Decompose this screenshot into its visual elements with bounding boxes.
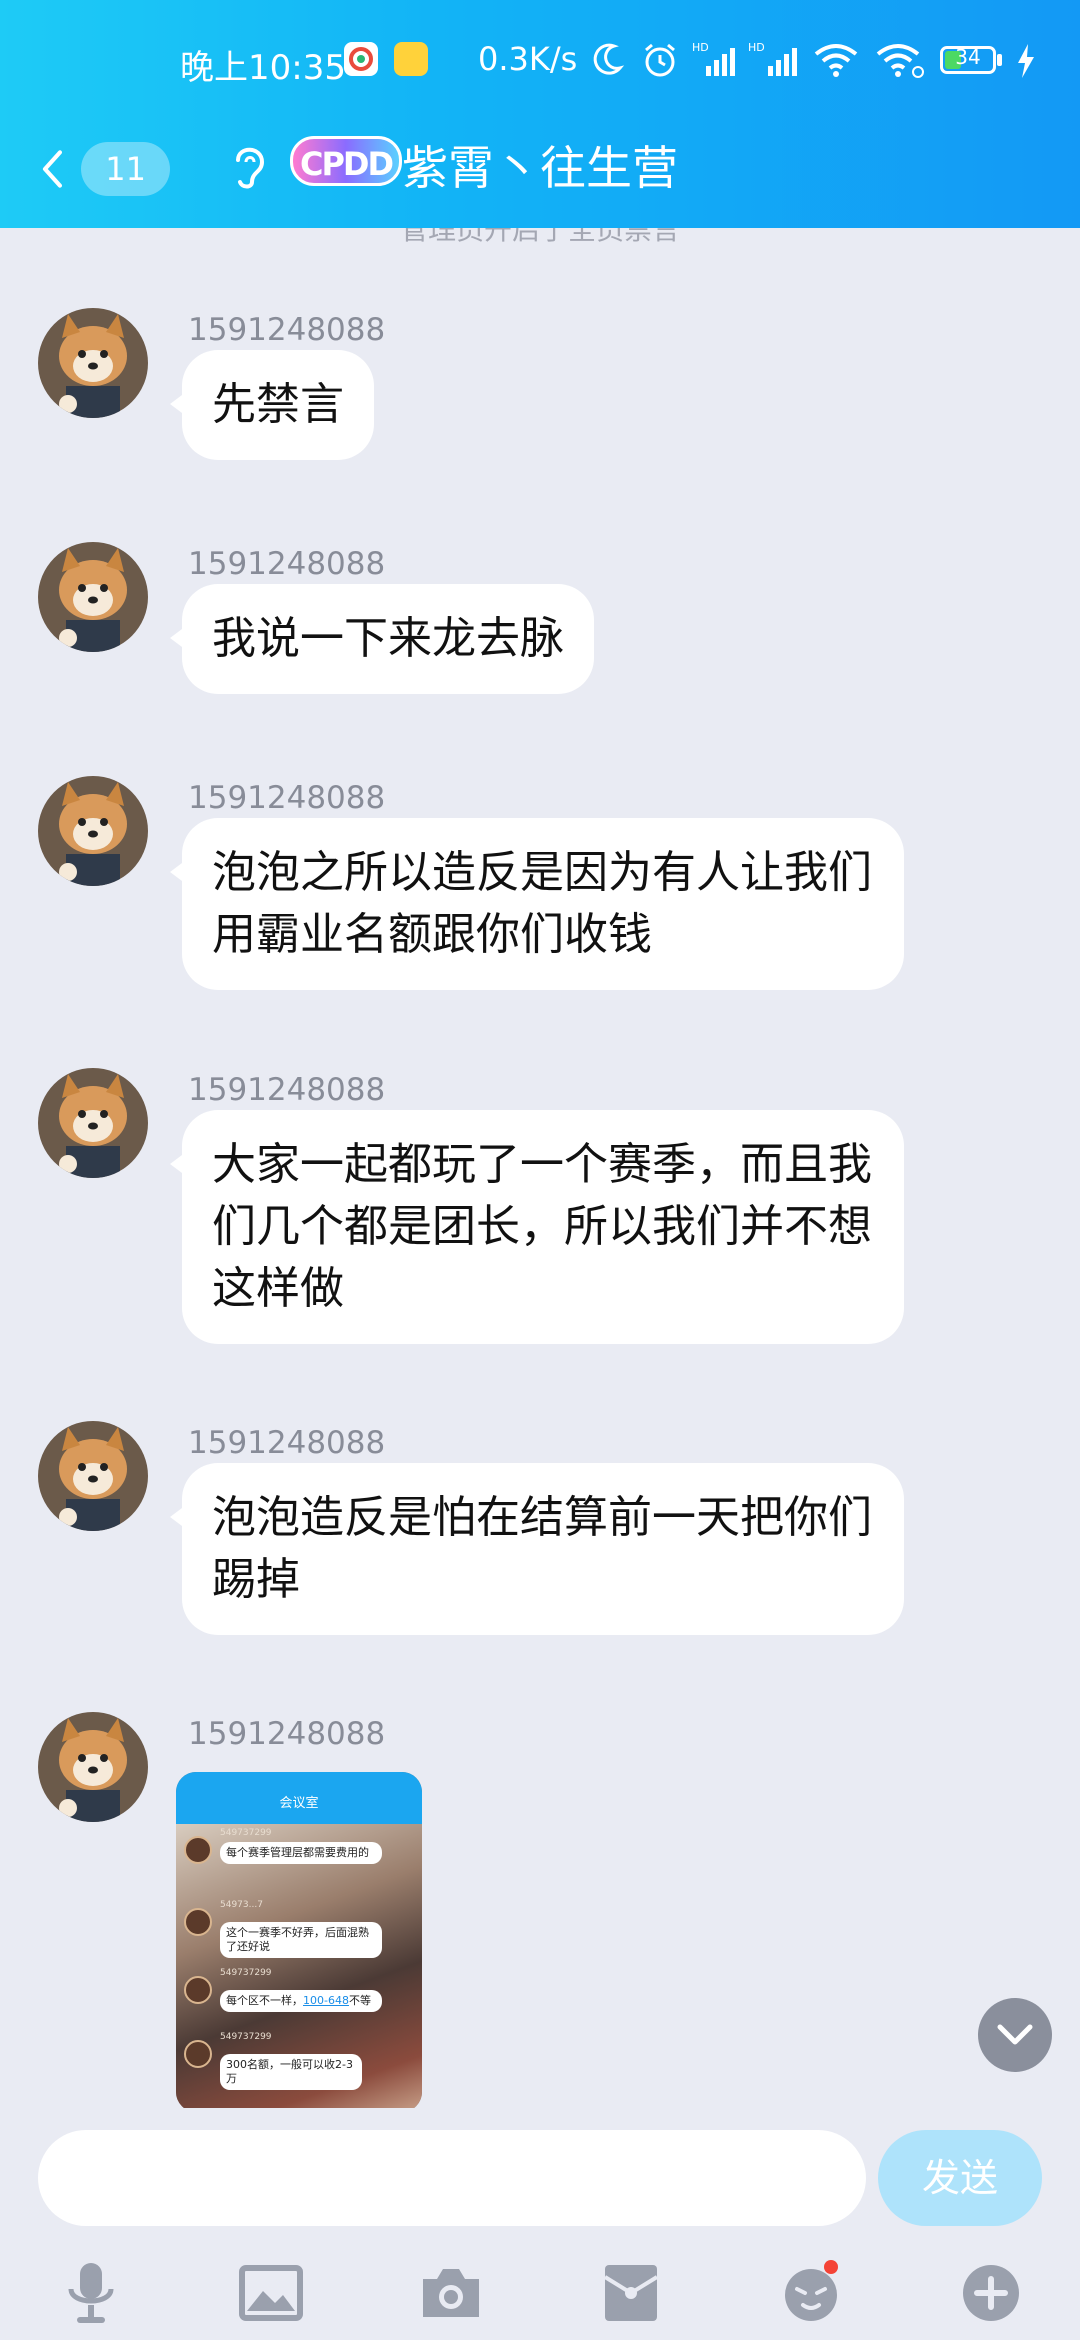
svg-text:HD: HD (692, 41, 709, 54)
thumbnail-bubble: 每个区不一样，100-648不等 (220, 1990, 382, 2012)
status-bar: 晚上10:35 0.3K/s HD HD 34 (0, 0, 1080, 124)
thumbnail-sender: 549737299 (220, 2032, 272, 2042)
signal-hd-2-icon: HD (748, 40, 804, 84)
network-speed: 0.3K/s (478, 40, 578, 78)
emoji-button[interactable] (776, 2258, 846, 2328)
thumbnail-bubble: 每个赛季管理层都需要费用的 (220, 1842, 382, 1864)
battery-tip (997, 54, 1002, 66)
thumbnail-background: 549737299 每个赛季管理层都需要费用的 54973...7 这个一赛季不… (176, 1824, 422, 2108)
camera-button[interactable] (416, 2258, 486, 2328)
red-packet-icon (603, 2265, 659, 2321)
thumbnail-sender: 549737299 (220, 1828, 272, 1838)
scroll-to-bottom-button[interactable] (978, 1998, 1052, 2072)
photo-button[interactable] (236, 2258, 306, 2328)
shiba-avatar-icon (38, 1421, 148, 1531)
battery-indicator: 34 (940, 45, 996, 74)
notification-dot (824, 2260, 838, 2274)
thumbnail-bubble: 300名额，一般可以收2-3万 (220, 2054, 362, 2090)
thumbnail-bubble-text: 每个区不一样， (226, 1994, 303, 2007)
shiba-avatar-icon (38, 1712, 148, 1822)
message-bubble[interactable]: 我说一下来龙去脉 (170, 584, 594, 694)
avatar[interactable] (38, 542, 148, 652)
shiba-avatar-icon (38, 542, 148, 652)
wifi-icon (812, 40, 860, 84)
red-packet-button[interactable] (596, 2258, 666, 2328)
avatar[interactable] (38, 776, 148, 886)
message-bubble[interactable]: 泡泡之所以造反是因为有人让我们用霸业名额跟你们收钱 (170, 818, 904, 990)
shiba-avatar-icon (38, 308, 148, 418)
shiba-avatar-icon (38, 776, 148, 886)
sender-name: 1591248088 (188, 780, 386, 816)
header: 晚上10:35 0.3K/s HD HD 34 11 CPDD 紫霄丶往生营 (0, 0, 1080, 228)
sender-name: 1591248088 (188, 1072, 386, 1108)
input-area: 发送 (0, 2108, 1080, 2340)
image-icon (239, 2265, 303, 2321)
earpiece-mode-icon[interactable] (226, 140, 270, 194)
sender-name: 1591248088 (188, 312, 386, 348)
moon-icon (590, 40, 626, 84)
thumbnail-link: 100-648 (303, 1994, 349, 2007)
app-notification-icon (344, 42, 378, 76)
sender-name: 1591248088 (188, 546, 386, 582)
message-bubble[interactable]: 大家一起都玩了一个赛季，而且我们几个都是团长，所以我们并不想这样做 (170, 1110, 904, 1344)
unread-count-badge: 11 (81, 142, 170, 196)
battery-level: 34 (955, 45, 981, 69)
charging-icon (1016, 44, 1036, 82)
signal-hd-1-icon: HD (692, 40, 740, 84)
more-button[interactable] (956, 2258, 1026, 2328)
nav-bar: 11 CPDD 紫霄丶往生营 (0, 124, 1080, 228)
message-bubble[interactable]: 泡泡造反是怕在结算前一天把你们踢掉 (170, 1463, 904, 1635)
status-time: 晚上10:35 (180, 48, 346, 88)
plus-icon (963, 2265, 1019, 2321)
group-tag-logo: CPDD (290, 136, 402, 186)
system-notice: 管理员开启了全员禁言 (399, 228, 680, 246)
sender-name: 1591248088 (188, 1716, 386, 1752)
chevron-left-icon (42, 150, 63, 188)
folder-notification-icon (394, 42, 428, 76)
thumbnail-title-bar: 会议室 (176, 1772, 422, 1824)
input-toolbar (0, 2258, 1080, 2338)
thumbnail-sender: 549737299 (220, 1968, 272, 1978)
shiba-avatar-icon (38, 1068, 148, 1178)
avatar[interactable] (38, 308, 148, 418)
voice-button[interactable] (56, 2258, 126, 2328)
message-bubble[interactable]: 先禁言 (170, 350, 374, 460)
svg-text:HD: HD (748, 41, 765, 54)
send-button[interactable]: 发送 (878, 2130, 1042, 2226)
thumbnail-avatar (184, 1976, 212, 2004)
thumbnail-bubble-text: 不等 (348, 1994, 371, 2007)
message-input[interactable] (38, 2130, 866, 2226)
thumbnail-sender: 54973...7 (220, 1900, 263, 1910)
thumbnail-avatar (184, 1836, 212, 1864)
thumbnail-avatar (184, 2040, 212, 2068)
mic-icon (68, 2263, 114, 2323)
chevron-down-icon (997, 2024, 1033, 2045)
camera-icon (423, 2269, 479, 2317)
avatar[interactable] (38, 1068, 148, 1178)
thumbnail-bubble: 这个一赛季不好弄，后面混熟了还好说 (220, 1922, 382, 1958)
thumbnail-avatar (184, 1908, 212, 1936)
back-button[interactable]: 11 (40, 134, 170, 204)
image-message-thumbnail[interactable]: 会议室 549737299 每个赛季管理层都需要费用的 54973...7 这个… (176, 1772, 422, 2108)
chat-message-list[interactable]: 管理员开启了全员禁言 1591248088 先禁言 1591248088 我说一… (0, 228, 1080, 2108)
alarm-icon (640, 40, 680, 84)
avatar[interactable] (38, 1421, 148, 1531)
thumbnail-title: 会议室 (279, 1796, 319, 1811)
chat-title[interactable]: 紫霄丶往生营 (402, 132, 678, 198)
wifi-2-icon (874, 40, 926, 84)
avatar[interactable] (38, 1712, 148, 1822)
sender-name: 1591248088 (188, 1425, 386, 1461)
